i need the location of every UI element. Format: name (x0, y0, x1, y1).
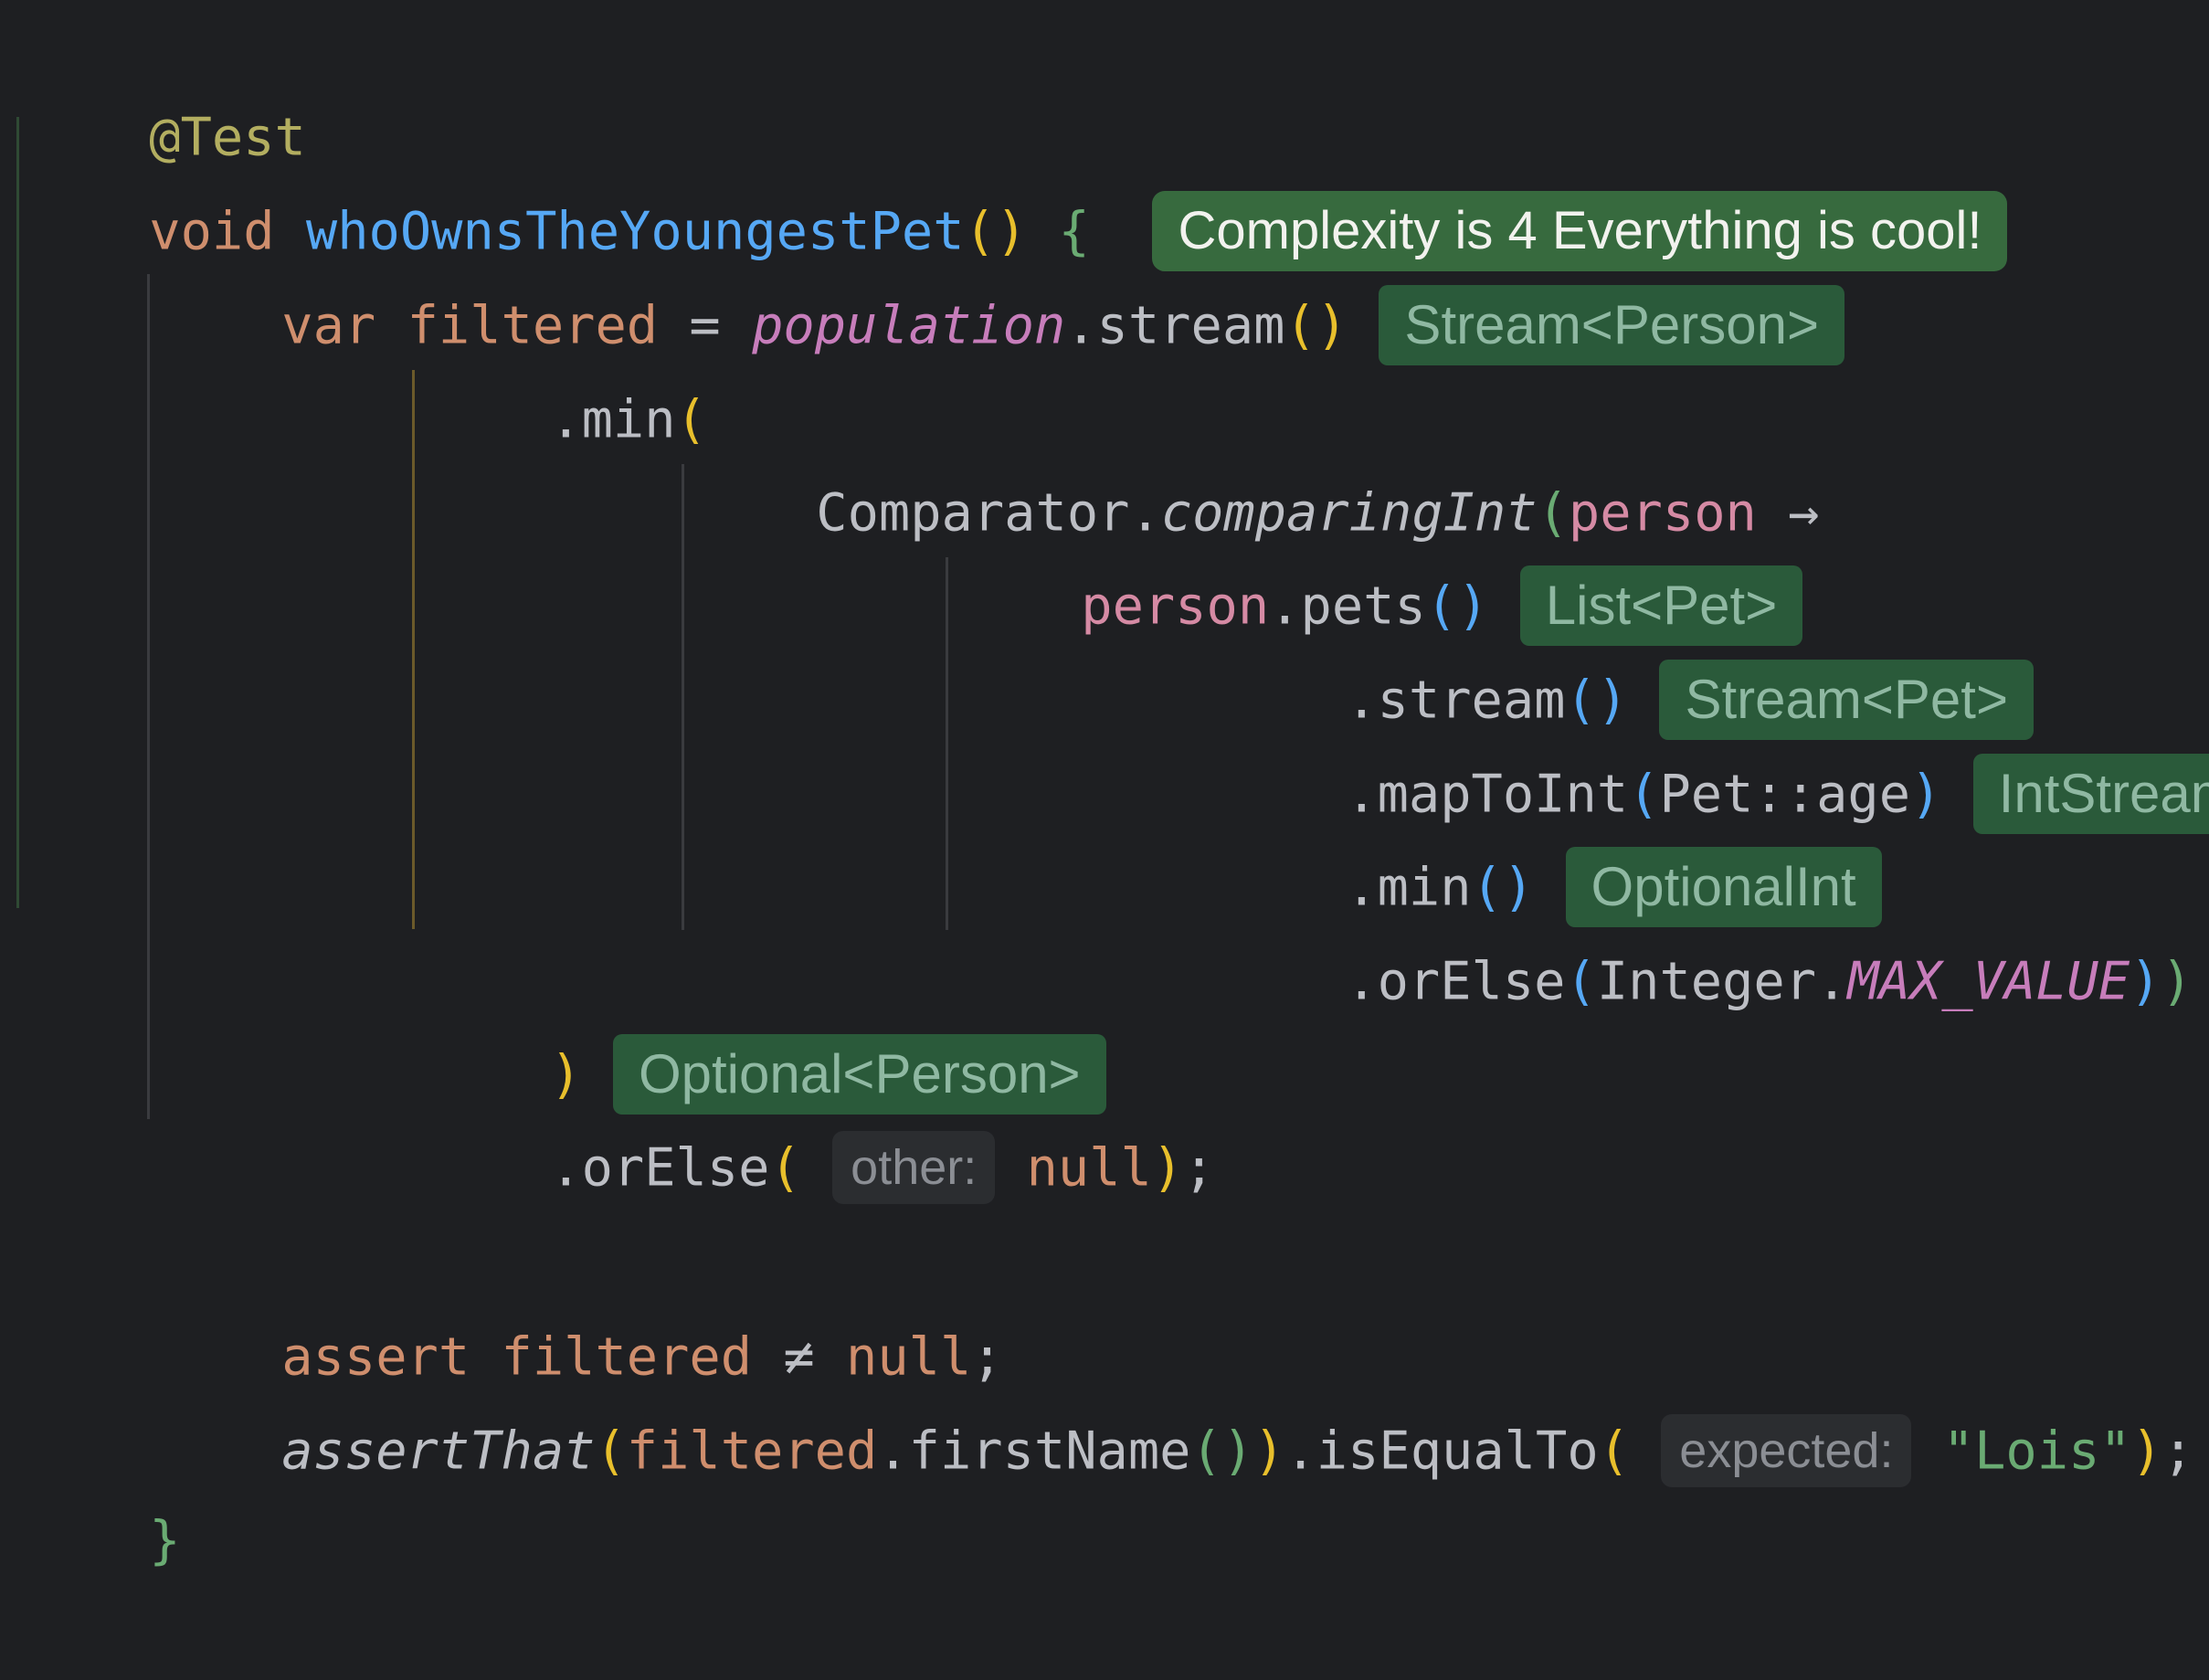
code-line-4: .min( (425, 277, 707, 449)
paren: ( (1565, 951, 1597, 1012)
indent-guide-min-args (412, 370, 415, 929)
type-hint-stream-person[interactable]: Stream<Person> (1379, 285, 1844, 366)
indent-guide-lambda (682, 464, 684, 930)
code-line-15: assertThat(filtered.firstName()).isEqual… (156, 1308, 2193, 1488)
paren: ) (2161, 951, 2193, 1012)
param-hint-expected[interactable]: expected: (1661, 1414, 1912, 1488)
max-value-constant: MAX_VALUE (1847, 951, 2130, 1012)
close-brace: } (149, 1510, 181, 1571)
code-line-1: @Test (24, 0, 306, 167)
null-keyword: null (1026, 1137, 1152, 1199)
semicolon: ; (2162, 1421, 2194, 1482)
lois-string: "Lois" (1942, 1421, 2131, 1482)
paren: () (1190, 1421, 1254, 1482)
min-call: .min (550, 389, 676, 450)
code-line-7: .stream() Stream<Pet> (1221, 557, 2034, 741)
paren: ) (1910, 764, 1942, 825)
or-else-call-2: .orElse (550, 1137, 770, 1199)
code-line-14: assert filtered ≠ null; (156, 1214, 1002, 1387)
indent-guide-chain (147, 274, 150, 1119)
code-line-12: .orElse( other: null); (425, 1025, 1215, 1205)
code-line-5: Comparator.comparingInt(person → (691, 370, 1819, 543)
paren: () (1284, 295, 1348, 356)
code-line-9: .min() OptionalInt (1221, 745, 1882, 928)
is-equal-to-call: .isEqualTo (1284, 1421, 1599, 1482)
indent-guide-pets (946, 557, 948, 930)
paren: ( (1598, 1421, 1630, 1482)
code-line-10: .orElse(Integer.MAX_VALUE)) (1221, 839, 2193, 1011)
integer-class: Integer. (1596, 951, 1848, 1012)
semicolon: ; (1183, 1137, 1215, 1199)
code-line-6: person.pets() List<Pet> (956, 463, 1803, 647)
var-keyword: var (281, 295, 376, 356)
first-name-call: .firstName (877, 1421, 1191, 1482)
filtered-ref-2: filtered (626, 1421, 878, 1482)
code-line-3: var filtered = population.stream() Strea… (156, 183, 1844, 366)
stream-call: .stream (1065, 295, 1285, 356)
code-editor[interactable]: @Test void whoOwnsTheYoungestPet() { Com… (0, 0, 2209, 1570)
param-hint-other[interactable]: other: (832, 1131, 996, 1205)
paren: ) (1151, 1137, 1184, 1199)
paren: ) (1253, 1421, 1285, 1482)
type-hint-intstream[interactable]: IntStream (1972, 754, 2209, 835)
assert-that-call: assertThat (281, 1421, 596, 1482)
paren: ) (2130, 1421, 2163, 1482)
code-line-16: } (24, 1398, 180, 1570)
code-line-2: void whoOwnsTheYoungestPet() { Complexit… (24, 89, 2008, 272)
indent-guide-method (16, 117, 19, 908)
paren: ( (595, 1421, 627, 1482)
population-field[interactable]: population (752, 295, 1065, 355)
code-line-8: .mapToInt(Pet::age) IntStream (1221, 651, 2209, 835)
paren: ) (2130, 951, 2161, 1012)
or-else-call: .orElse (1346, 951, 1566, 1012)
code-line-11: ) Optional<Person> (425, 932, 1106, 1115)
paren: ( (769, 1137, 801, 1199)
